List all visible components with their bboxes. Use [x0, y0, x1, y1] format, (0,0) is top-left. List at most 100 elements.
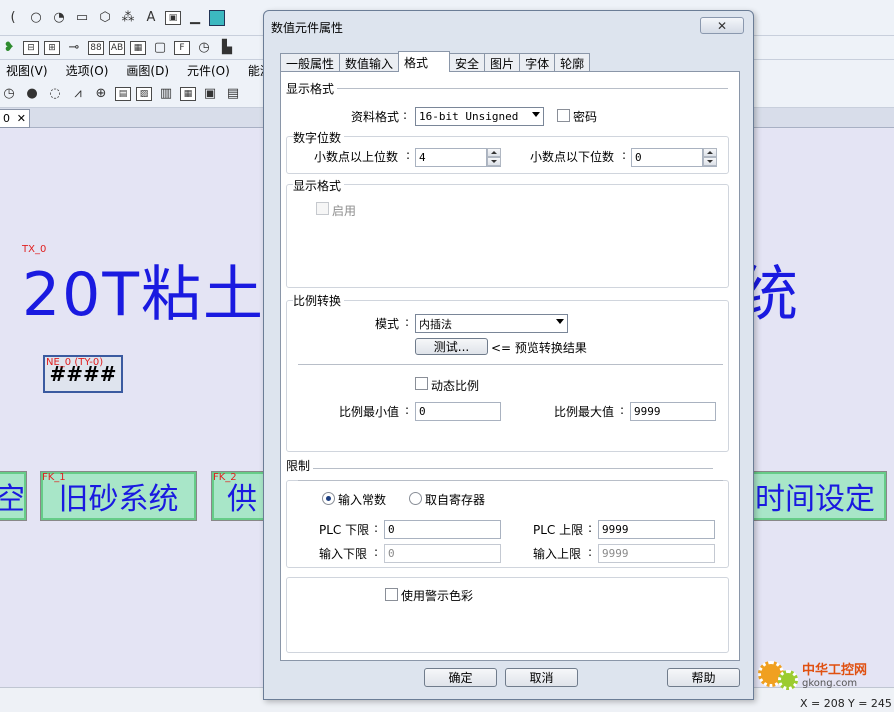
decimal-digits-spinner[interactable] [702, 148, 717, 167]
radio-constant[interactable] [322, 492, 335, 505]
clock-icon[interactable]: ◷ [0, 85, 18, 103]
menu-objects[interactable]: 元件(O) [187, 62, 230, 79]
dialog-title: 数值元件属性 [271, 21, 344, 35]
password-label: 密码 [573, 110, 598, 124]
tab-picture[interactable]: 图片 [484, 53, 521, 72]
dialog-close-button[interactable]: ✕ [700, 17, 744, 34]
function-key-icon[interactable]: F [174, 40, 190, 55]
input-low-label: 输入下限 [319, 547, 368, 561]
tab-format[interactable]: 格式 [398, 51, 451, 72]
text-icon[interactable]: A [142, 9, 160, 27]
spin-down-icon[interactable] [703, 157, 717, 166]
indicator-icon[interactable]: ⊞ [44, 40, 60, 55]
cancel-button[interactable]: 取消 [505, 668, 578, 687]
fk-button-time-setting[interactable]: 时间设定 [743, 471, 887, 521]
chart-icon[interactable]: ▙ [218, 39, 236, 57]
numeric-object-tag: NE_0 (TY-0) [46, 357, 104, 368]
input-high-label: 输入上限 [533, 547, 582, 561]
tab-general[interactable]: 一般属性 [280, 53, 341, 72]
arc-icon[interactable]: ( [4, 9, 22, 27]
mode-select[interactable]: 内插法 [415, 314, 568, 333]
chevron-down-icon [532, 112, 540, 117]
colon: : [620, 403, 625, 417]
rectangle-icon[interactable]: ▭ [73, 9, 91, 27]
tab-font[interactable]: 字体 [519, 53, 556, 72]
input-low-input[interactable]: 0 [384, 544, 501, 563]
circle-icon[interactable]: ○ [27, 9, 45, 27]
status-x: X = 208 [800, 697, 845, 710]
spin-up-icon[interactable] [703, 148, 717, 157]
image-icon[interactable]: ▨ [136, 86, 152, 101]
lamp-icon[interactable]: ● [23, 85, 41, 103]
divider [313, 468, 713, 469]
scale-min-input[interactable]: 0 [415, 402, 501, 421]
frame-icon[interactable]: ▢ [151, 39, 169, 57]
colon: : [622, 148, 627, 162]
scale-max-label: 比例最大值 [554, 405, 615, 419]
watermark-logo: 中华工控网 gkong.com [758, 658, 867, 690]
divider [333, 88, 728, 89]
spin-up-icon[interactable] [487, 148, 501, 157]
tab-security[interactable]: 安全 [449, 53, 486, 72]
divider [298, 364, 723, 365]
input-high-input[interactable]: 9999 [598, 544, 715, 563]
data-format-select[interactable]: 16-bit Unsigned [415, 107, 544, 126]
menu-options[interactable]: 选项(O) [66, 62, 109, 79]
picture-icon[interactable]: ▣ [165, 10, 181, 25]
ascii-icon[interactable]: AB [109, 40, 125, 55]
enable-checkbox[interactable] [316, 202, 329, 215]
trend-icon[interactable]: ⩘ [69, 85, 87, 103]
plc-high-input[interactable]: 9999 [598, 520, 715, 539]
watermark-cn: 中华工控网 [802, 663, 868, 678]
integer-digits-spinner[interactable] [486, 148, 501, 167]
gear-icon [778, 670, 798, 690]
title-text[interactable]: 20T粘土 [22, 246, 265, 333]
switch-icon[interactable]: ⊟ [23, 40, 39, 55]
numeric-icon[interactable]: 88 [88, 40, 104, 55]
tab-numeric-input[interactable]: 数值输入 [339, 53, 400, 72]
plc-low-value: 0 [388, 523, 395, 536]
clock-icon[interactable]: ◷ [195, 39, 213, 57]
close-icon: ✕ [716, 18, 728, 33]
table-icon[interactable]: ▤ [115, 86, 131, 101]
grid-icon[interactable]: ▦ [180, 86, 196, 101]
help-button[interactable]: 帮助 [667, 668, 740, 687]
radio-register-label: 取自寄存器 [425, 493, 486, 507]
fk-button-label: 时间设定 [755, 482, 875, 517]
bar-chart-icon[interactable]: ▥ [157, 85, 175, 103]
tab-outline[interactable]: 轮廓 [554, 53, 591, 72]
meter-icon[interactable]: ◌ [46, 85, 64, 103]
document-tab[interactable]: 0 ✕ [0, 109, 30, 128]
close-icon[interactable]: ✕ [17, 112, 26, 125]
ok-button[interactable]: 确定 [424, 668, 497, 687]
password-checkbox[interactable] [557, 109, 570, 122]
pie-icon[interactable]: ◔ [50, 9, 68, 27]
scale-max-value: 9999 [634, 405, 661, 418]
scale-icon[interactable]: ⁂ [119, 9, 137, 27]
fill-icon[interactable] [209, 9, 225, 26]
menu-view[interactable]: 视图(V) [6, 62, 48, 79]
bitmap-icon[interactable]: ▦ [130, 40, 146, 55]
plc-low-input[interactable]: 0 [384, 520, 501, 539]
data-format-value: 16-bit Unsigned [419, 110, 519, 123]
user-icon[interactable]: ▣ [201, 85, 219, 103]
integer-digits-label: 小数点以上位数 [314, 150, 399, 164]
spin-down-icon[interactable] [487, 157, 501, 166]
fk-button-control[interactable]: 空 [0, 471, 27, 521]
fk-object-tag: FK_2 [213, 472, 237, 483]
colon: : [406, 148, 411, 162]
polygon-icon[interactable]: ⬡ [96, 9, 114, 27]
warning-color-checkbox[interactable] [385, 588, 398, 601]
print-icon[interactable]: ▤ [224, 85, 242, 103]
test-button[interactable]: 测试... [415, 338, 488, 355]
toggle-icon[interactable]: ⊸ [65, 39, 83, 57]
radio-register[interactable] [409, 492, 422, 505]
colon: : [405, 315, 410, 329]
target-icon[interactable]: ⊕ [92, 85, 110, 103]
leaf-icon[interactable]: ❥ [0, 39, 18, 57]
dynamic-scaling-checkbox[interactable] [415, 377, 428, 390]
menu-draw[interactable]: 画图(D) [126, 62, 169, 79]
input-low-value: 0 [388, 547, 395, 560]
scale-max-input[interactable]: 9999 [630, 402, 716, 421]
line-icon[interactable]: ▁ [186, 9, 204, 27]
